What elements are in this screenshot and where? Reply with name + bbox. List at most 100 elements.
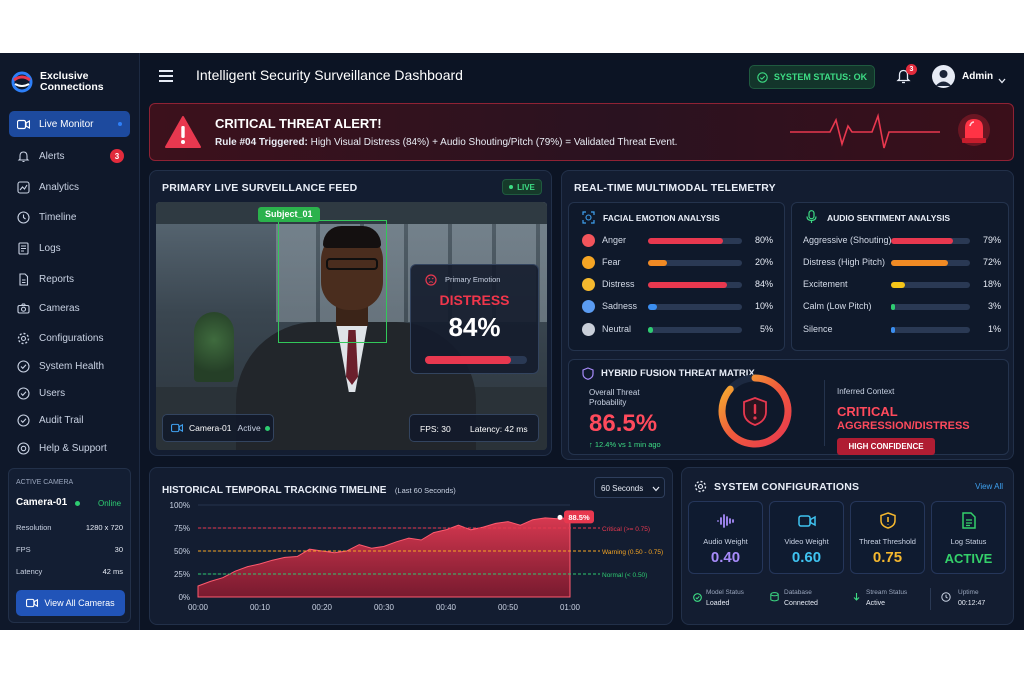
user-name[interactable]: Admin: [962, 71, 993, 82]
database-icon: [770, 592, 779, 602]
primary-emotion-name: DISTRESS: [439, 292, 510, 308]
waveform-icon: [717, 514, 734, 528]
primary-emotion-value: 84%: [448, 312, 501, 342]
system-status-text: SYSTEM STATUS: OK: [773, 72, 868, 82]
chart-icon: [17, 180, 30, 194]
sidebar-item-system-health[interactable]: System Health: [9, 353, 130, 379]
y-tick-label: 100%: [170, 501, 190, 510]
sidebar-item-help-support[interactable]: Help & Support: [9, 435, 130, 461]
audio-bar-track: [891, 260, 970, 266]
users-icon: [17, 386, 30, 400]
check-circle-icon: [757, 71, 768, 83]
siren-icon: [958, 114, 990, 146]
notifications-button[interactable]: 3: [896, 64, 917, 86]
timeline-panel: HISTORICAL TEMPORAL TRACKING TIMELINE (L…: [149, 467, 673, 625]
config-view-all-link[interactable]: View All: [975, 482, 1003, 491]
sidebar-item-label: Cameras: [39, 302, 80, 314]
y-tick-label: 50%: [174, 547, 190, 556]
audio-row-label: Silence: [803, 324, 833, 334]
sidebar-item-alerts[interactable]: Alerts 3: [9, 143, 130, 169]
audio-row-value: 1%: [987, 324, 1001, 334]
sidebar-item-cameras[interactable]: Cameras: [9, 295, 130, 321]
inferred-context-line1: CRITICAL: [837, 404, 898, 419]
brand-name: Exclusive Connections: [40, 71, 104, 93]
sidebar-item-timeline[interactable]: Timeline: [9, 204, 130, 230]
log-status-card[interactable]: Log Status ACTIVE: [931, 501, 1006, 574]
menu-icon[interactable]: [159, 70, 173, 82]
facial-bar-track: [648, 282, 742, 288]
range-select-value: 60 Seconds: [601, 484, 644, 493]
neutral-emoji-icon: [582, 323, 595, 336]
sidebar: Exclusive Connections Live Monitor Alert…: [0, 53, 140, 630]
sidebar-item-label: Reports: [39, 273, 75, 285]
sidebar-item-analytics[interactable]: Analytics: [9, 174, 130, 200]
sidebar-item-live-monitor[interactable]: Live Monitor: [9, 111, 130, 137]
video-weight-card[interactable]: Video Weight 0.60: [769, 501, 844, 574]
facial-row-label: Distress: [602, 279, 635, 289]
subject-bounding-box[interactable]: [278, 220, 387, 343]
sidebar-item-reports[interactable]: Reports: [9, 266, 130, 292]
last-value-dot: [557, 514, 563, 520]
facial-row-value: 10%: [754, 301, 773, 311]
facial-row-value: 20%: [754, 257, 773, 267]
primary-emotion-track: [425, 356, 527, 364]
document-icon: [962, 512, 976, 529]
view-all-cameras-button[interactable]: View All Cameras: [16, 590, 125, 616]
threshold-label: Critical (>= 0.75): [602, 526, 650, 533]
video-frame[interactable]: Subject_01 Primary Emotion DISTRESS 84% …: [156, 202, 547, 450]
subject-tag: Subject_01: [258, 207, 320, 222]
facial-row-label: Fear: [602, 257, 621, 267]
sidebar-item-label: Configurations: [39, 332, 104, 344]
user-avatar[interactable]: [932, 65, 955, 88]
camera-active-dot: [264, 425, 270, 431]
telemetry-panel: REAL-TIME MULTIMODAL TELEMETRY FACIAL EM…: [561, 170, 1014, 460]
sadness-emoji-icon: [582, 300, 595, 313]
sidebar-item-configurations[interactable]: Configurations: [9, 325, 130, 351]
camera-state: Active: [237, 423, 261, 433]
critical-alert-banner: CRITICAL THREAT ALERT! Rule #04 Triggere…: [149, 103, 1014, 161]
user-icon: [935, 70, 952, 86]
primary-emotion-card: Primary Emotion DISTRESS 84%: [410, 264, 539, 374]
heartbeat-line-icon: [790, 113, 940, 149]
audio-row-value: 3%: [987, 301, 1001, 311]
audio-weight-card[interactable]: Audio Weight 0.40: [688, 501, 763, 574]
brand-logo-icon: [11, 71, 33, 93]
report-icon: [19, 272, 29, 286]
fear-emoji-icon: [582, 256, 595, 269]
threat-threshold-card[interactable]: Threat Threshold 0.75: [850, 501, 925, 574]
audio-bar-fill: [891, 282, 906, 288]
video-weight-label: Video Weight: [784, 537, 829, 546]
fusion-matrix-panel: HYBRID FUSION THREAT MATRIX Overall Thre…: [568, 359, 1009, 455]
audio-bar-track: [891, 304, 970, 310]
active-camera-card: ACTIVE CAMERA Camera-01 Online Resolutio…: [8, 468, 131, 623]
sidebar-item-logs[interactable]: Logs: [9, 235, 130, 261]
facial-row-value: 5%: [759, 324, 773, 334]
audio-bar-fill: [891, 327, 895, 333]
telemetry-title: REAL-TIME MULTIMODAL TELEMETRY: [574, 182, 776, 194]
help-icon: [17, 441, 30, 455]
dashboard-app: Exclusive Connections Live Monitor Alert…: [0, 53, 1024, 630]
stream-status-label: Stream Status: [866, 589, 908, 596]
log-status-value: ACTIVE: [944, 551, 993, 566]
view-all-cameras-label: View All Cameras: [44, 598, 115, 608]
audio-bar-fill: [891, 304, 895, 310]
face-scan-icon: [582, 211, 595, 224]
sidebar-item-users[interactable]: Users: [9, 380, 130, 406]
uptime-label: Uptime: [958, 589, 979, 596]
camera-resolution-label: Resolution: [16, 523, 52, 532]
database-value: Connected: [784, 600, 818, 607]
audio-row-label: Calm (Low Pitch): [803, 301, 872, 311]
video-icon: [171, 423, 183, 433]
threat-gauge: [718, 374, 792, 448]
alert-rule: Rule #04 Triggered:: [215, 137, 308, 148]
camera-label: Camera-01: [189, 423, 232, 433]
sidebar-item-audit-trail[interactable]: Audit Trail: [9, 407, 130, 433]
stream-stats-chip: FPS: 30 Latency: 42 ms: [409, 414, 539, 442]
range-select[interactable]: 60 Seconds: [594, 477, 665, 498]
gear-icon: [694, 480, 707, 493]
facial-bar-fill: [648, 327, 653, 333]
video-icon: [17, 119, 30, 129]
chevron-down-icon[interactable]: [998, 71, 1006, 84]
facial-bar-fill: [648, 260, 667, 266]
threat-prob-delta-text: 12.4% vs 1 min ago: [594, 440, 661, 449]
